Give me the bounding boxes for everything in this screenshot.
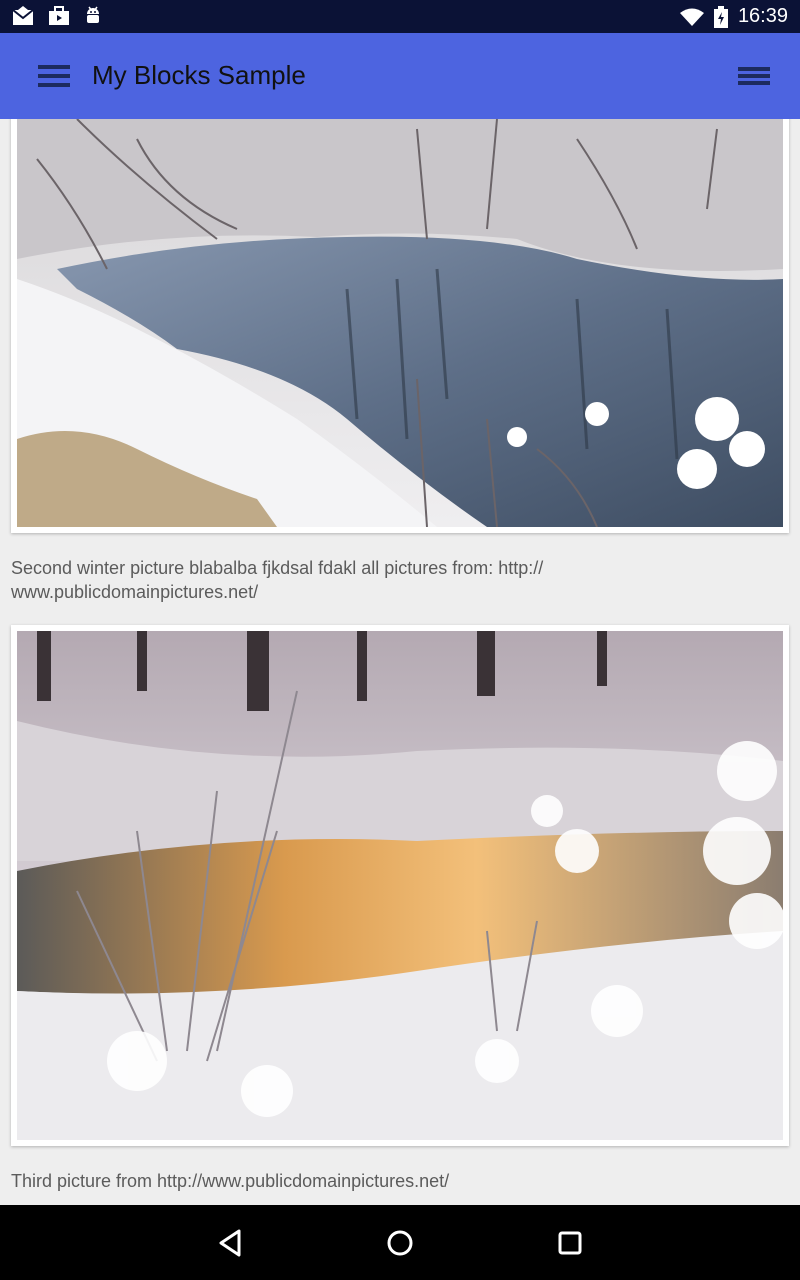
hamburger-menu-icon	[38, 65, 70, 87]
app-title: My Blocks Sample	[92, 60, 306, 90]
home-button[interactable]	[380, 1223, 420, 1263]
winter-river-image	[17, 119, 783, 527]
back-icon	[219, 1229, 241, 1257]
image-caption: Second winter picture blabalba fjkdsal f…	[11, 558, 544, 602]
clock: 16:39	[737, 5, 788, 27]
briefcase-icon	[49, 6, 69, 25]
overflow-menu-button[interactable]	[732, 57, 776, 97]
status-bar: 16:39	[0, 0, 800, 33]
system-nav-bar	[0, 1205, 800, 1280]
overflow-menu-icon	[738, 67, 770, 85]
home-icon	[387, 1230, 413, 1256]
frosted-stream-image	[17, 631, 783, 1140]
image-card[interactable]	[11, 119, 789, 533]
image-card[interactable]	[11, 625, 789, 1146]
image-caption: Third picture from http://www.publicdoma…	[11, 1171, 450, 1191]
feed-list[interactable]: Second winter picture blabalba fjkdsal f…	[0, 119, 800, 1205]
navigation-menu-button[interactable]	[30, 57, 78, 97]
battery-icon	[713, 5, 728, 28]
app-bar: My Blocks Sample	[0, 33, 800, 119]
mail-icon	[12, 6, 34, 25]
wifi-icon	[679, 8, 704, 26]
back-button[interactable]	[210, 1223, 250, 1263]
recents-icon	[558, 1231, 582, 1255]
android-icon	[87, 6, 99, 23]
recents-button[interactable]	[550, 1223, 590, 1263]
